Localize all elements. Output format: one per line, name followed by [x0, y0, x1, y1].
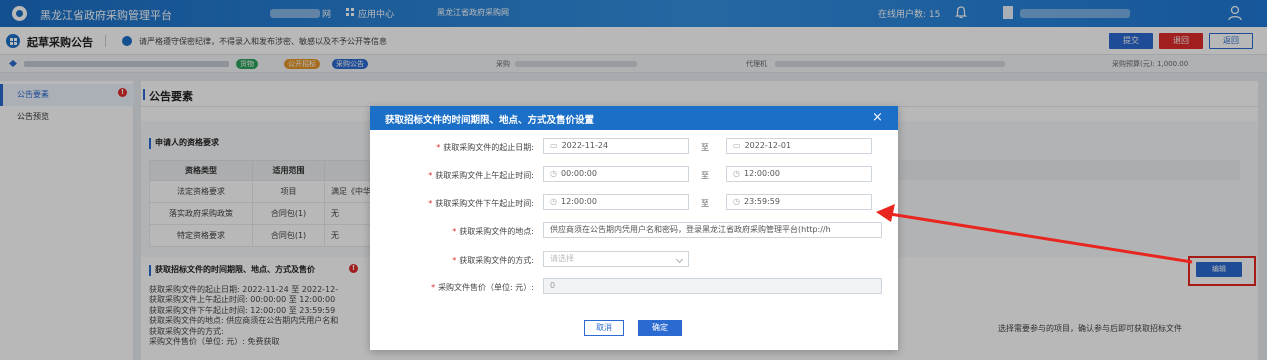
annotation-arrow	[876, 204, 1193, 264]
arrow-shaft	[889, 212, 1193, 264]
arrow-head	[876, 204, 895, 222]
